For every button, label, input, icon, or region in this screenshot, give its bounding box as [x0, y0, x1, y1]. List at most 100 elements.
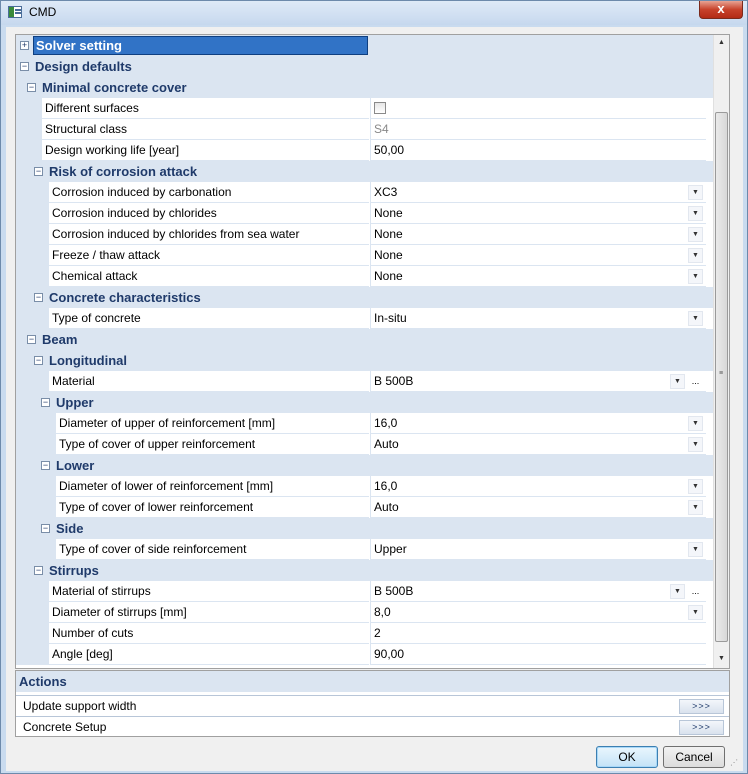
- property-value-cell[interactable]: Auto ▼: [370, 434, 706, 455]
- dropdown-arrow-icon[interactable]: ▼: [688, 416, 703, 431]
- collapse-icon[interactable]: −: [41, 524, 50, 533]
- property-value-cell[interactable]: None ▼: [370, 266, 706, 287]
- property-value[interactable]: None: [374, 266, 403, 286]
- group-solver-setting[interactable]: + Solver setting: [16, 35, 714, 56]
- property-chemical-attack[interactable]: Chemical attack None ▼: [16, 266, 714, 287]
- property-value[interactable]: 16,0: [374, 413, 397, 433]
- property-value[interactable]: None: [374, 245, 403, 265]
- property-value-cell[interactable]: Auto ▼: [370, 497, 706, 518]
- group-risk-of-corrosion-attack[interactable]: − Risk of corrosion attack: [16, 161, 714, 182]
- collapse-icon[interactable]: −: [34, 356, 43, 365]
- collapse-icon[interactable]: −: [27, 335, 36, 344]
- property-value-cell[interactable]: None ▼: [370, 245, 706, 266]
- property-diameter-of-upper-of-reinforcement-mm[interactable]: Diameter of upper of reinforcement [mm] 1…: [16, 413, 714, 434]
- property-corrosion-induced-by-carbonation[interactable]: Corrosion induced by carbonation XC3 ▼: [16, 182, 714, 203]
- group-side[interactable]: − Side: [16, 518, 714, 539]
- property-value[interactable]: None: [374, 224, 403, 244]
- property-corrosion-induced-by-chlorides[interactable]: Corrosion induced by chlorides None ▼: [16, 203, 714, 224]
- property-value-cell[interactable]: XC3 ▼: [370, 182, 706, 203]
- property-value-cell[interactable]: None ▼: [370, 203, 706, 224]
- dropdown-arrow-icon[interactable]: ▼: [688, 269, 703, 284]
- property-design-working-life-year[interactable]: Design working life [year] 50,00: [16, 140, 714, 161]
- scroll-up-icon[interactable]: ▲: [717, 38, 726, 47]
- dropdown-arrow-icon[interactable]: ▼: [688, 542, 703, 557]
- property-type-of-concrete[interactable]: Type of concrete In-situ ▼: [16, 308, 714, 329]
- solver-setting-label[interactable]: Solver setting: [33, 36, 368, 55]
- collapse-icon[interactable]: −: [41, 461, 50, 470]
- property-value[interactable]: Upper: [374, 539, 407, 559]
- property-diameter-of-lower-of-reinforcement-mm[interactable]: Diameter of lower of reinforcement [mm] 1…: [16, 476, 714, 497]
- dropdown-arrow-icon[interactable]: ▼: [688, 311, 703, 326]
- collapse-icon[interactable]: −: [27, 83, 36, 92]
- property-value[interactable]: In-situ: [374, 308, 407, 328]
- property-value-cell[interactable]: 90,00: [370, 644, 706, 665]
- group-beam[interactable]: − Beam: [16, 329, 714, 350]
- property-value[interactable]: Auto: [374, 497, 399, 517]
- property-value-cell[interactable]: Upper ▼: [370, 539, 706, 560]
- dropdown-arrow-icon[interactable]: ▼: [688, 206, 703, 221]
- dropdown-arrow-icon[interactable]: ▼: [688, 437, 703, 452]
- property-value[interactable]: 16,0: [374, 476, 397, 496]
- ellipsis-button[interactable]: ...: [688, 584, 703, 599]
- property-material[interactable]: Material B 500B ▼...: [16, 371, 714, 392]
- property-angle-deg[interactable]: Angle [deg] 90,00: [16, 644, 714, 665]
- property-value-cell[interactable]: B 500B ▼...: [370, 581, 706, 602]
- property-different-surfaces[interactable]: Different surfaces: [16, 98, 714, 119]
- property-value[interactable]: None: [374, 203, 403, 223]
- group-minimal-concrete-cover[interactable]: − Minimal concrete cover: [16, 77, 714, 98]
- group-upper[interactable]: − Upper: [16, 392, 714, 413]
- group-design-defaults[interactable]: − Design defaults: [16, 56, 714, 77]
- dropdown-arrow-icon[interactable]: ▼: [688, 605, 703, 620]
- property-value-cell[interactable]: B 500B ▼...: [370, 371, 706, 392]
- close-button[interactable]: x: [699, 1, 743, 19]
- property-value-cell[interactable]: 16,0 ▼: [370, 413, 706, 434]
- group-concrete-characteristics[interactable]: − Concrete characteristics: [16, 287, 714, 308]
- action-concrete-setup[interactable]: Concrete Setup >>>: [16, 716, 729, 737]
- property-value[interactable]: Auto: [374, 434, 399, 454]
- property-material-of-stirrups[interactable]: Material of stirrups B 500B ▼...: [16, 581, 714, 602]
- property-value-cell[interactable]: [370, 98, 706, 119]
- title-bar[interactable]: CMD x: [1, 1, 747, 25]
- property-structural-class[interactable]: Structural class S4: [16, 119, 714, 140]
- property-value-cell[interactable]: S4: [370, 119, 706, 140]
- property-value[interactable]: XC3: [374, 182, 397, 202]
- property-freeze-thaw-attack[interactable]: Freeze / thaw attack None ▼: [16, 245, 714, 266]
- property-value[interactable]: 2: [374, 623, 381, 643]
- property-value-cell[interactable]: In-situ ▼: [370, 308, 706, 329]
- collapse-icon[interactable]: −: [34, 293, 43, 302]
- collapse-icon[interactable]: −: [34, 167, 43, 176]
- group-lower[interactable]: − Lower: [16, 455, 714, 476]
- dropdown-arrow-icon[interactable]: ▼: [670, 584, 685, 599]
- checkbox[interactable]: [374, 102, 386, 114]
- dropdown-arrow-icon[interactable]: ▼: [688, 227, 703, 242]
- cancel-button[interactable]: Cancel: [663, 746, 725, 768]
- dropdown-arrow-icon[interactable]: ▼: [688, 500, 703, 515]
- scroll-thumb[interactable]: ≡: [715, 112, 728, 642]
- collapse-icon[interactable]: −: [34, 566, 43, 575]
- ellipsis-button[interactable]: ...: [688, 374, 703, 389]
- collapse-icon[interactable]: −: [20, 62, 29, 71]
- property-type-of-cover-of-lower-reinforcement[interactable]: Type of cover of lower reinforcement Auto…: [16, 497, 714, 518]
- expand-icon[interactable]: +: [20, 41, 29, 50]
- property-value[interactable]: B 500B: [374, 371, 413, 391]
- property-value-cell[interactable]: 50,00: [370, 140, 706, 161]
- ok-button[interactable]: OK: [596, 746, 658, 768]
- property-corrosion-induced-by-chlorides-from-sea-water[interactable]: Corrosion induced by chlorides from sea …: [16, 224, 714, 245]
- dropdown-arrow-icon[interactable]: ▼: [688, 185, 703, 200]
- resize-grip-icon[interactable]: ⋰: [730, 758, 740, 768]
- property-value[interactable]: 90,00: [374, 644, 404, 664]
- property-value[interactable]: 8,0: [374, 602, 391, 622]
- collapse-icon[interactable]: −: [41, 398, 50, 407]
- property-diameter-of-stirrups-mm[interactable]: Diameter of stirrups [mm] 8,0 ▼: [16, 602, 714, 623]
- property-type-of-cover-of-side-reinforcement[interactable]: Type of cover of side reinforcement Upper…: [16, 539, 714, 560]
- scroll-down-icon[interactable]: ▼: [717, 654, 726, 663]
- dropdown-arrow-icon[interactable]: ▼: [670, 374, 685, 389]
- property-value-cell[interactable]: 8,0 ▼: [370, 602, 706, 623]
- run-action-button[interactable]: >>>: [679, 699, 724, 714]
- vertical-scrollbar[interactable]: ▲ ≡ ▼: [713, 35, 729, 668]
- group-longitudinal[interactable]: − Longitudinal: [16, 350, 714, 371]
- property-value-cell[interactable]: 2: [370, 623, 706, 644]
- property-value[interactable]: 50,00: [374, 140, 404, 160]
- property-number-of-cuts[interactable]: Number of cuts 2: [16, 623, 714, 644]
- action-update-support-width[interactable]: Update support width >>>: [16, 695, 729, 716]
